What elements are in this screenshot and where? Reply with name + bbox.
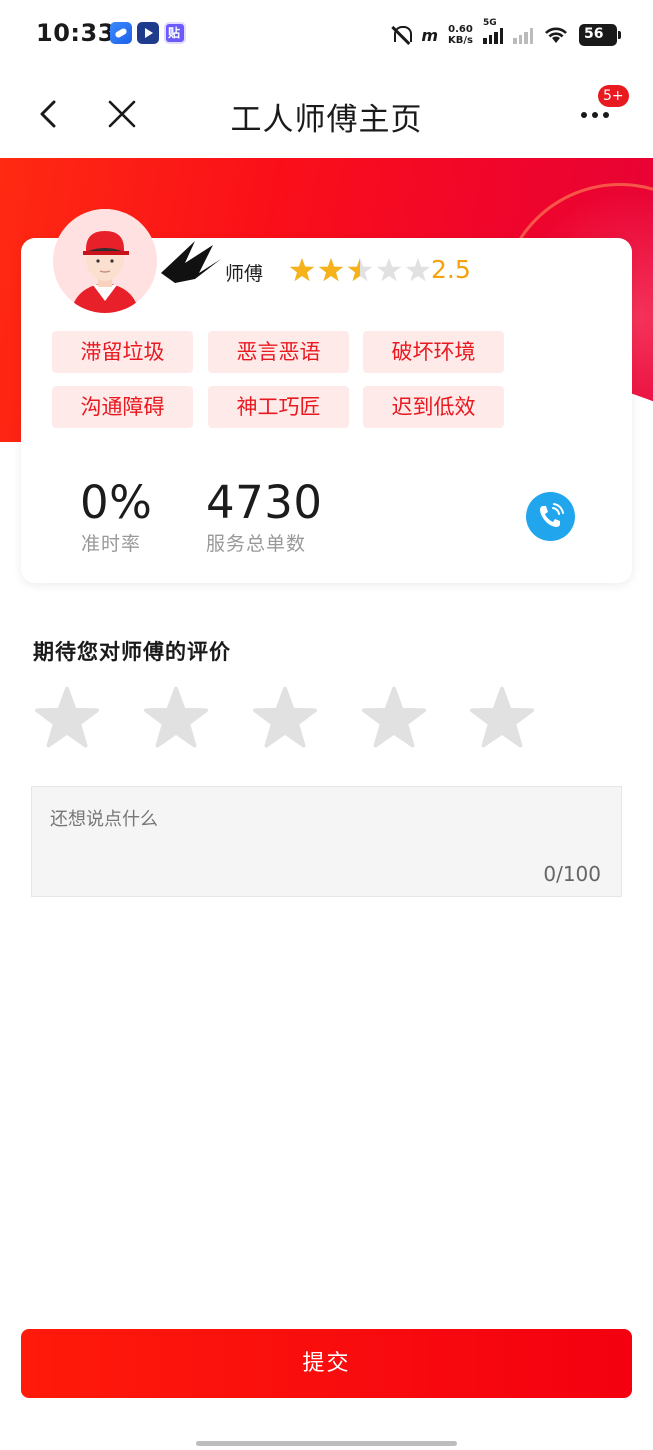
sticker-app-icon-text: 贴 [168,26,181,40]
carrier-badge: m [421,25,439,45]
review-star-icon[interactable] [143,686,209,750]
ontime-rate-value: 0% [80,476,153,529]
rating-star-icon [318,258,344,282]
submit-button[interactable]: 提交 [21,1329,632,1398]
review-star-icon[interactable] [469,686,535,750]
phone-icon [540,503,564,527]
worker-avatar-icon [53,209,157,313]
rating-stars [289,257,431,283]
ontime-rate-label: 准时率 [81,533,142,555]
redaction-scribble [161,241,221,283]
more-dot [592,112,598,118]
tag-item: 沟通障碍 [52,386,193,428]
review-title: 期待您对师傅的评价 [33,640,231,664]
signal-5g-icon: 5G [483,18,503,44]
message-badge: 5+ [598,85,629,107]
battery-level: 56 [584,26,604,42]
worker-name: 师傅 [225,263,264,285]
home-indicator[interactable] [196,1441,457,1446]
review-star-icon[interactable] [252,686,318,750]
tag-item: 破坏环境 [363,331,504,373]
char-count: 0/100 [543,862,601,886]
net-speed: 0.60 KB/s [448,24,473,46]
review-star-icon[interactable] [361,686,427,750]
comment-box: 0/100 [31,786,622,897]
network-type: 5G [483,18,497,28]
battery-icon: 56 [579,24,621,46]
rating-star-icon [347,258,373,282]
status-icons: m 0.60 KB/s 5G 56 [391,18,621,50]
review-star-icon[interactable] [34,686,100,750]
call-button[interactable] [526,492,575,541]
wifi-icon [543,25,569,45]
sticker-app-icon: 贴 [164,22,186,44]
rating-star-icon [289,258,315,282]
status-time: 10:33 [36,19,115,47]
worker-avatar [53,209,157,313]
tag-item: 恶言恶语 [208,331,349,373]
blue-app-icon [110,22,132,44]
net-speed-value: 0.60 [448,24,473,35]
total-orders-label: 服务总单数 [206,533,307,555]
comment-input[interactable] [50,799,590,839]
net-speed-unit: KB/s [448,35,473,46]
more-dot [603,112,609,118]
rating-star-icon [405,258,431,282]
tag-item: 迟到低效 [363,386,504,428]
nav-bar: 工人师傅主页 [0,70,653,158]
tag-item: 滞留垃圾 [52,331,193,373]
video-app-icon [137,22,159,44]
rating-star-icon [376,258,402,282]
total-orders-value: 4730 [206,476,323,529]
status-bar: 10:33 贴 m 0.60 KB/s 5G 56 [0,0,653,70]
bell-off-icon [391,24,413,46]
signal-2-icon [513,26,533,44]
tag-item: 神工巧匠 [208,386,349,428]
rating-value: 2.5 [431,255,471,284]
more-dots-icon [581,112,587,118]
page-title: 工人师傅主页 [230,102,423,138]
